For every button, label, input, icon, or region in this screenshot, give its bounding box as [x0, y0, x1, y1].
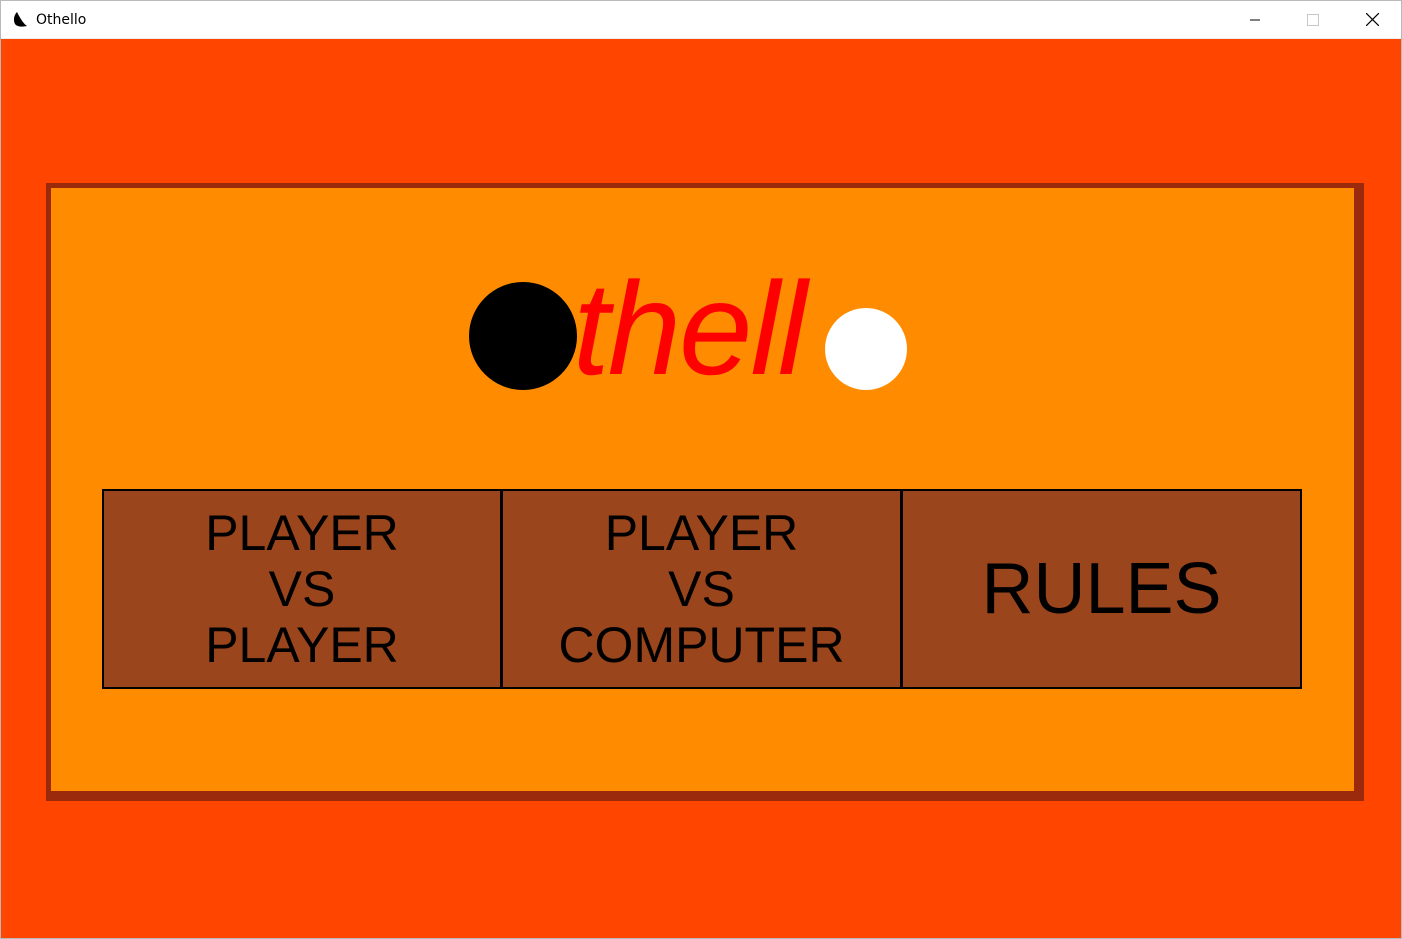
- button-label-line: VS: [668, 561, 735, 617]
- button-label-line: PLAYER: [205, 617, 399, 673]
- close-icon: [1365, 13, 1379, 26]
- button-label-line: COMPUTER: [558, 617, 845, 673]
- close-button[interactable]: [1343, 1, 1401, 38]
- white-disc-icon: [825, 308, 907, 390]
- minimize-button[interactable]: [1226, 1, 1284, 38]
- player-vs-player-button[interactable]: PLAYER VS PLAYER: [102, 489, 502, 689]
- button-label-line: VS: [268, 561, 336, 617]
- rules-label: RULES: [981, 549, 1222, 629]
- window-title: Othello: [36, 12, 87, 28]
- maximize-icon: [1307, 13, 1319, 26]
- othello-logo: thell: [469, 259, 909, 399]
- title-bar[interactable]: Othello: [1, 1, 1401, 39]
- app-window: Othello thell PLAYER VS PLAYER PLAYER VS…: [0, 0, 1402, 939]
- rules-button[interactable]: RULES: [902, 489, 1302, 689]
- black-disc-icon: [469, 282, 577, 390]
- player-vs-computer-button[interactable]: PLAYER VS COMPUTER: [502, 489, 902, 689]
- button-label-line: PLAYER: [205, 505, 399, 561]
- othello-app-icon: [13, 12, 27, 27]
- maximize-button[interactable]: [1284, 1, 1342, 38]
- main-menu: PLAYER VS PLAYER PLAYER VS COMPUTER RULE…: [102, 489, 1302, 689]
- logo-text: thell: [573, 255, 807, 402]
- minimize-icon: [1250, 19, 1260, 20]
- button-label-line: PLAYER: [604, 505, 799, 561]
